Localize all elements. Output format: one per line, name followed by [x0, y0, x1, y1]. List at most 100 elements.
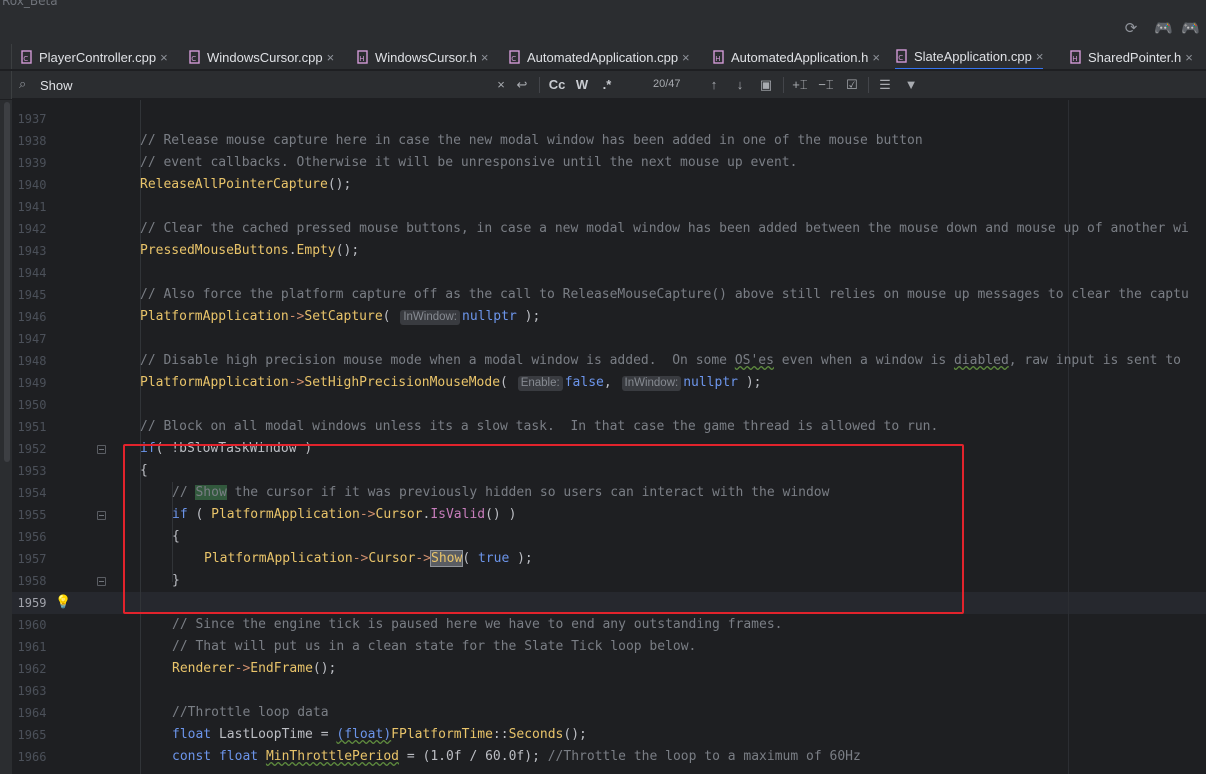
line-number: 1938: [17, 134, 47, 148]
line-number: 1949: [17, 376, 47, 390]
code-line: // Since the engine tick is paused here …: [172, 617, 783, 632]
filter-icon[interactable]: ▼: [902, 76, 920, 94]
parameter-hint: InWindow:: [621, 376, 682, 391]
select-all-matches-icon[interactable]: ▣: [758, 76, 774, 94]
code-line: // That will put us in a clean state for…: [172, 639, 697, 654]
line-number: 1952: [17, 442, 47, 456]
code-line: //Throttle loop data: [172, 705, 329, 720]
line-number: 1964: [17, 706, 47, 720]
code-editor[interactable]: 1937 1938 1939 1940 1941 1942 1943 1944 …: [0, 100, 1206, 774]
code-line: ReleaseAllPointerCapture();: [140, 177, 352, 192]
line-number: 1937: [17, 112, 47, 126]
scroll-thumb[interactable]: [4, 102, 10, 462]
line-number: 1953: [17, 464, 47, 478]
code-line: PlatformApplication->SetHighPrecisionMou…: [140, 375, 762, 391]
window-title: Rox_Beta: [2, 0, 58, 8]
svg-text:H: H: [715, 55, 720, 63]
line-number: 1958: [17, 574, 47, 588]
whole-words-button[interactable]: W: [573, 76, 591, 94]
find-bar: ⌕ × ↩ Cc W .* 20/47 ↑ ↓ ▣ +⌶ −⌶ ☑ ☰ ▼: [0, 71, 1206, 99]
line-number: 1945: [17, 288, 47, 302]
tab-playercontroller-cpp[interactable]: C PlayerController.cpp ×: [20, 44, 168, 69]
match-count: 20/47: [653, 78, 681, 90]
fold-marker[interactable]: [97, 445, 106, 454]
line-number: 1947: [17, 332, 47, 346]
svg-text:C: C: [511, 55, 516, 63]
line-number: 1950: [17, 398, 47, 412]
svg-text:C: C: [191, 55, 196, 63]
code-line: // Also force the platform capture off a…: [140, 287, 1189, 302]
previous-match-icon[interactable]: ↑: [706, 76, 722, 94]
code-line: // Disable high precision mouse mode whe…: [140, 353, 1181, 368]
refresh-icon[interactable]: ⟳: [1122, 19, 1140, 37]
tab-label: WindowsCursor.h: [375, 49, 477, 65]
close-icon[interactable]: ×: [160, 50, 168, 65]
line-number: 1954: [17, 486, 47, 500]
close-icon[interactable]: ×: [872, 50, 880, 65]
search-icon[interactable]: ⌕: [19, 77, 26, 92]
tab-sharedpointer-h[interactable]: H SharedPointer.h ×: [1069, 44, 1193, 69]
cpp-file-icon: C: [508, 50, 522, 64]
line-number: 1955: [17, 508, 47, 522]
regex-button[interactable]: .*: [598, 76, 616, 94]
gamepad-alt-icon[interactable]: 🎮: [1181, 19, 1200, 37]
remove-occurrence-icon[interactable]: −⌶: [817, 76, 835, 94]
tab-slateapplication-cpp[interactable]: C SlateApplication.cpp ×: [895, 44, 1044, 69]
tab-label: SlateApplication.cpp: [914, 48, 1032, 64]
code-line: PressedMouseButtons.Empty();: [140, 243, 360, 258]
lightbulb-icon[interactable]: 💡: [55, 595, 71, 610]
line-number: 1942: [17, 222, 47, 236]
gamepad-icon[interactable]: 🎮: [1154, 19, 1173, 37]
code-line: // Block on all modal windows unless its…: [140, 419, 939, 434]
close-icon[interactable]: ×: [327, 50, 335, 65]
right-margin-guide: [1068, 100, 1069, 774]
tab-label: AutomatedApplication.h: [731, 49, 869, 65]
svg-text:H: H: [359, 55, 364, 63]
fold-marker[interactable]: [97, 577, 106, 586]
header-file-icon: H: [712, 50, 726, 64]
line-number: 1956: [17, 530, 47, 544]
code-line: // Clear the cached pressed mouse button…: [140, 221, 1189, 236]
cpp-file-icon: C: [188, 50, 202, 64]
tab-windowscursor-cpp[interactable]: C WindowsCursor.cpp ×: [188, 44, 335, 69]
next-match-icon[interactable]: ↓: [732, 76, 748, 94]
header-file-icon: H: [1069, 50, 1083, 64]
line-number-current: 1959: [17, 596, 47, 610]
code-line: PlatformApplication->SetCapture( InWindo…: [140, 309, 541, 325]
line-number: 1966: [17, 750, 47, 764]
in-selection-icon[interactable]: ☰: [876, 76, 894, 94]
title-bar: Rox_Beta ⟳ 🎮 🎮: [0, 0, 1206, 44]
tab-automatedapplication-h[interactable]: H AutomatedApplication.h ×: [712, 44, 880, 69]
code-line: const float MinThrottlePeriod = (1.0f / …: [172, 749, 861, 764]
line-number: 1943: [17, 244, 47, 258]
line-number: 1948: [17, 354, 47, 368]
line-number: 1957: [17, 552, 47, 566]
close-icon[interactable]: ×: [1036, 49, 1044, 64]
line-number: 1946: [17, 310, 47, 324]
close-icon[interactable]: ×: [1185, 50, 1193, 65]
tab-label: SharedPointer.h: [1088, 49, 1182, 65]
clear-search-icon[interactable]: ×: [494, 76, 508, 94]
tab-automatedapplication-cpp[interactable]: C AutomatedApplication.cpp ×: [508, 44, 690, 69]
parameter-hint: Enable:: [517, 376, 563, 391]
header-file-icon: H: [356, 50, 370, 64]
cpp-file-icon: C: [20, 50, 34, 64]
parameter-hint: InWindow:: [400, 310, 460, 325]
match-case-button[interactable]: Cc: [547, 76, 567, 94]
annotation-highlight-box: [123, 444, 964, 614]
line-number: 1939: [17, 156, 47, 170]
code-line: // Release mouse capture here in case th…: [140, 133, 923, 148]
tab-label: AutomatedApplication.cpp: [527, 49, 679, 65]
fold-marker[interactable]: [97, 511, 106, 520]
close-icon[interactable]: ×: [481, 50, 489, 65]
new-line-icon[interactable]: ↩: [514, 76, 530, 94]
tab-label: PlayerController.cpp: [39, 49, 157, 65]
search-input[interactable]: [40, 75, 480, 95]
line-number: 1963: [17, 684, 47, 698]
select-all-occurrences-icon[interactable]: ☑: [843, 76, 861, 94]
add-occurrence-icon[interactable]: +⌶: [791, 76, 809, 94]
tab-windowscursor-h[interactable]: H WindowsCursor.h ×: [356, 44, 489, 69]
structure-strip: [0, 100, 12, 774]
code-line: // event callbacks. Otherwise it will be…: [140, 155, 798, 170]
close-icon[interactable]: ×: [682, 50, 690, 65]
